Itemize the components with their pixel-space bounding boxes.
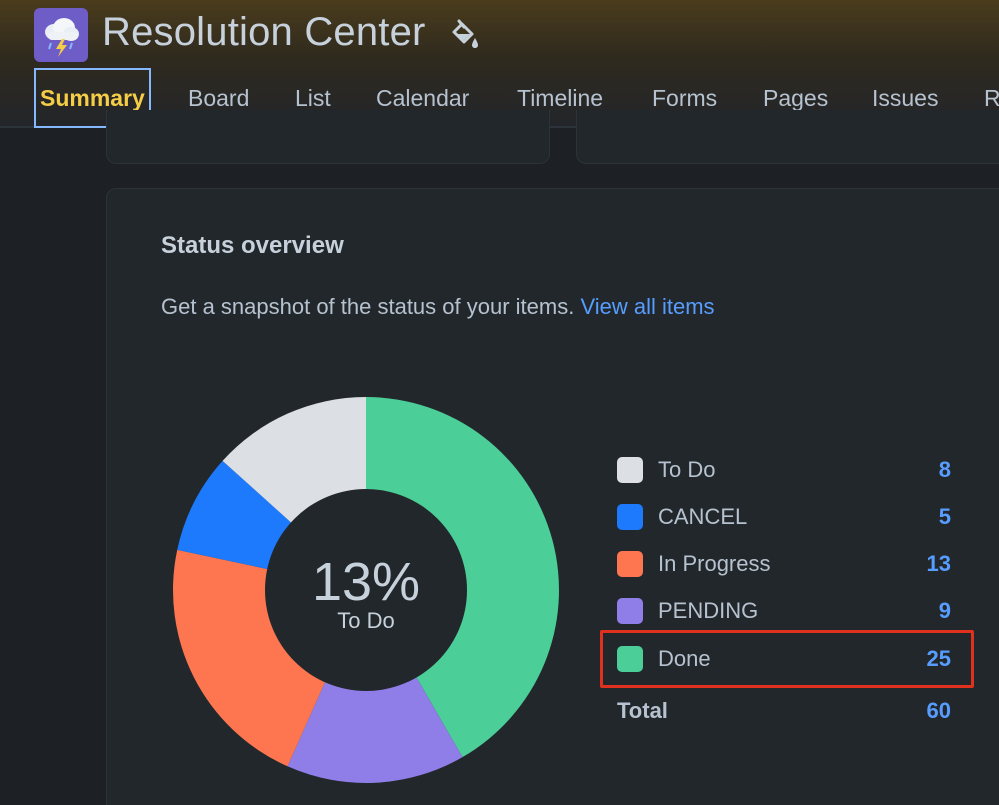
- description-text: Get a snapshot of the status of your ite…: [161, 294, 575, 319]
- legend-count[interactable]: 8: [939, 455, 951, 485]
- legend-total: Total 60: [617, 696, 951, 726]
- donut-center-percent: 13%: [312, 552, 420, 612]
- project-title: Resolution Center: [102, 10, 426, 54]
- legend-swatch: [617, 598, 643, 624]
- legend-label: In Progress: [658, 551, 771, 576]
- previous-card-right: [576, 110, 999, 164]
- legend-swatch: [617, 504, 643, 530]
- legend-label: To Do: [658, 457, 716, 482]
- status-overview-title: Status overview: [161, 232, 344, 259]
- highlight-annotation: [600, 630, 974, 688]
- legend-count[interactable]: 5: [939, 502, 951, 532]
- legend-item-to-do[interactable]: To Do 8: [617, 455, 951, 485]
- legend-item-cancel[interactable]: CANCEL 5: [617, 502, 951, 532]
- paint-bucket-icon[interactable]: [448, 18, 480, 52]
- legend-item-in-progress[interactable]: In Progress 13: [617, 549, 951, 579]
- status-donut-chart: 13% To Do: [173, 397, 559, 783]
- view-all-items-link[interactable]: View all items: [580, 294, 714, 319]
- legend-swatch: [617, 551, 643, 577]
- legend-item-pending[interactable]: PENDING 9: [617, 596, 951, 626]
- total-count[interactable]: 60: [927, 696, 951, 726]
- legend-count[interactable]: 9: [939, 596, 951, 626]
- legend-swatch: [617, 457, 643, 483]
- status-overview-description: Get a snapshot of the status of your ite…: [161, 294, 715, 320]
- legend-label: PENDING: [658, 598, 759, 623]
- previous-card-left: [106, 110, 550, 164]
- total-label: Total: [617, 698, 668, 723]
- donut-center-label: To Do: [337, 608, 394, 633]
- storm-cloud-icon[interactable]: [34, 8, 88, 62]
- legend-count[interactable]: 13: [927, 549, 951, 579]
- legend-label: CANCEL: [658, 504, 748, 529]
